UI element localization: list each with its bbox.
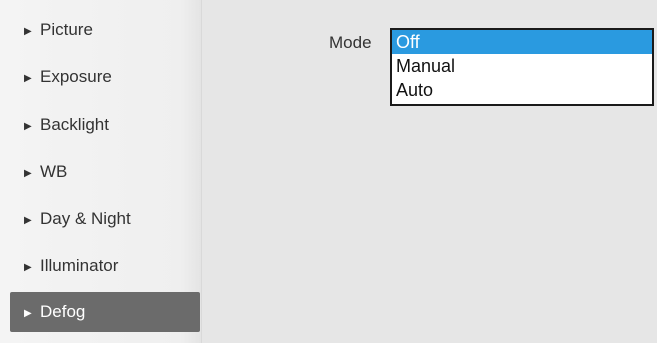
sidebar-item-exposure[interactable]: ▶ Exposure — [10, 57, 200, 97]
caret-right-icon: ▶ — [24, 120, 32, 132]
dropdown-option-manual[interactable]: Manual — [392, 54, 652, 78]
sidebar-item-day-night[interactable]: ▶ Day & Night — [10, 199, 200, 239]
sidebar-item-picture[interactable]: ▶ Picture — [10, 10, 200, 50]
sidebar-item-label: Defog — [40, 302, 86, 321]
caret-right-icon: ▶ — [24, 167, 32, 179]
dropdown-option-auto[interactable]: Auto — [392, 78, 652, 102]
sidebar-item-label: Exposure — [40, 67, 112, 86]
mode-label: Mode — [329, 33, 372, 52]
sidebar-item-label: Day & Night — [40, 209, 131, 228]
sidebar-item-defog[interactable]: ▶ Defog — [10, 292, 200, 332]
sidebar-item-backlight[interactable]: ▶ Backlight — [10, 105, 200, 145]
caret-right-icon: ▶ — [24, 72, 32, 84]
sidebar-item-illuminator[interactable]: ▶ Illuminator — [10, 246, 200, 286]
sidebar-item-label: Backlight — [40, 115, 109, 134]
sidebar-item-label: WB — [40, 162, 68, 181]
caret-right-icon: ▶ — [24, 25, 32, 37]
dropdown-option-off[interactable]: Off — [392, 30, 652, 54]
sidebar-item-label: Illuminator — [40, 256, 119, 275]
caret-right-icon: ▶ — [24, 307, 32, 319]
sidebar: ▶ Picture ▶ Exposure ▶ Backlight ▶ WB ▶ … — [0, 0, 202, 343]
caret-right-icon: ▶ — [24, 261, 32, 273]
sidebar-item-wb[interactable]: ▶ WB — [10, 152, 200, 192]
mode-dropdown-list[interactable]: Off Manual Auto — [390, 28, 654, 106]
caret-right-icon: ▶ — [24, 214, 32, 226]
sidebar-item-label: Picture — [40, 20, 93, 39]
